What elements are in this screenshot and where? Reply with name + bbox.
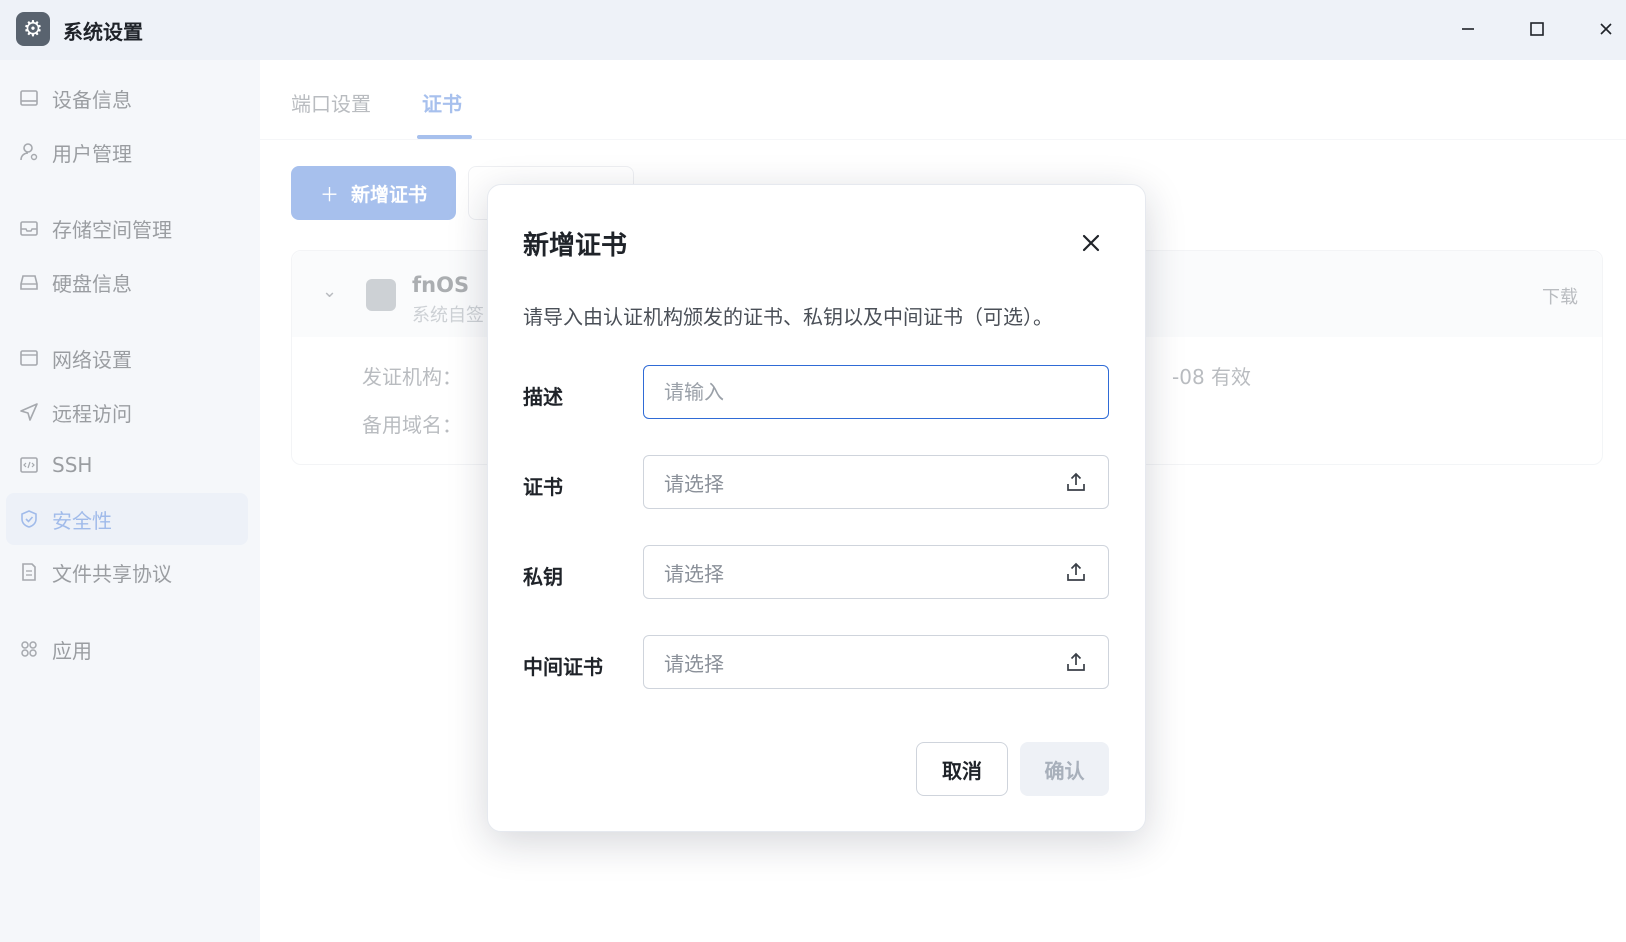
- window-close-button[interactable]: [1586, 12, 1626, 46]
- tab-certificate[interactable]: 证书: [422, 88, 462, 117]
- upload-icon: [1064, 560, 1088, 584]
- storage-icon: [16, 215, 42, 241]
- document-icon: [16, 559, 42, 585]
- sidebar-item-apps[interactable]: 应用: [6, 623, 248, 675]
- private-key-file-picker[interactable]: 请选择: [643, 545, 1109, 599]
- certificate-validity: -08 有效: [1172, 365, 1252, 389]
- user-gear-icon: [16, 139, 42, 165]
- maximize-icon: [1530, 22, 1544, 36]
- close-icon: [1082, 234, 1100, 252]
- sidebar-item-label: 网络设置: [52, 347, 132, 372]
- shield-icon: [16, 506, 42, 532]
- dialog-title: 新增证书: [523, 231, 628, 261]
- certificate-label: 证书: [523, 475, 563, 499]
- sidebar-item-network[interactable]: 网络设置: [6, 332, 248, 384]
- code-icon: [16, 452, 42, 478]
- sidebar-item-disk-info[interactable]: 硬盘信息: [6, 256, 248, 308]
- sidebar-item-remote-access[interactable]: 远程访问: [6, 386, 248, 438]
- intermediate-cert-label: 中间证书: [523, 655, 603, 679]
- sidebar-item-label: 设备信息: [52, 87, 132, 112]
- sidebar-item-label: 用户管理: [52, 141, 132, 166]
- sidebar-item-label: 文件共享协议: [52, 561, 172, 586]
- apps-icon: [16, 636, 42, 662]
- sidebar-item-ssh[interactable]: SSH: [6, 439, 248, 491]
- minimize-icon: [1462, 28, 1474, 30]
- private-key-label: 私钥: [523, 565, 563, 589]
- sidebar-item-user-management[interactable]: 用户管理: [6, 126, 248, 178]
- confirm-button[interactable]: 确认: [1020, 742, 1109, 796]
- sidebar-item-label: 远程访问: [52, 401, 132, 426]
- download-link[interactable]: 下载: [1542, 283, 1578, 309]
- active-tab-indicator: [417, 135, 472, 139]
- sidebar-item-storage[interactable]: 存储空间管理: [6, 202, 248, 254]
- sidebar-item-file-sharing[interactable]: 文件共享协议: [6, 546, 248, 598]
- chevron-down-icon[interactable]: ⌄: [322, 281, 337, 302]
- description-label: 描述: [523, 385, 563, 409]
- intermediate-cert-placeholder: 请选择: [664, 651, 724, 676]
- tab-bar: 端口设置 证书: [260, 60, 1626, 140]
- private-key-placeholder: 请选择: [664, 561, 724, 586]
- close-icon: [1600, 23, 1612, 35]
- san-label: 备用域名：: [362, 413, 462, 437]
- sidebar-item-label: 硬盘信息: [52, 271, 132, 296]
- settings-gear-icon: ⚙: [16, 12, 50, 46]
- issuer-label: 发证机构：: [362, 365, 462, 389]
- certificate-name: fnOS: [412, 273, 470, 297]
- sidebar-item-label: 应用: [52, 638, 92, 663]
- settings-window: ⚙ 系统设置 设备信息 用户管理 存储空间管理 硬盘信息 网络设置 远程访问 S…: [0, 0, 1626, 942]
- maximize-button[interactable]: [1517, 12, 1557, 46]
- add-certificate-dialog: 新增证书 请导入由认证机构颁发的证书、私钥以及中间证书（可选）。 描述 证书 请…: [487, 184, 1146, 832]
- lock-icon: [366, 279, 396, 311]
- description-input[interactable]: [643, 365, 1109, 419]
- monitor-icon: [16, 85, 42, 111]
- plus-icon: ＋: [319, 183, 339, 206]
- network-icon: [16, 345, 42, 371]
- sidebar-item-security[interactable]: 安全性: [6, 493, 248, 545]
- sidebar-item-label: SSH: [52, 453, 93, 477]
- tab-port-settings[interactable]: 端口设置: [291, 88, 371, 117]
- sidebar: 设备信息 用户管理 存储空间管理 硬盘信息 网络设置 远程访问 SSH 安全性 …: [0, 60, 260, 942]
- upload-icon: [1064, 470, 1088, 494]
- certificate-file-picker[interactable]: 请选择: [643, 455, 1109, 509]
- certificate-placeholder: 请选择: [664, 471, 724, 496]
- dialog-description: 请导入由认证机构颁发的证书、私钥以及中间证书（可选）。: [523, 305, 1053, 329]
- send-icon: [16, 399, 42, 425]
- add-certificate-label: 新增证书: [351, 183, 428, 206]
- minimize-button[interactable]: [1448, 12, 1488, 46]
- upload-icon: [1064, 650, 1088, 674]
- certificate-subtitle: 系统自签: [412, 305, 484, 326]
- title-bar: ⚙ 系统设置: [0, 0, 1626, 60]
- dialog-close-button[interactable]: [1075, 227, 1107, 259]
- disk-icon: [16, 269, 42, 295]
- intermediate-cert-file-picker[interactable]: 请选择: [643, 635, 1109, 689]
- add-certificate-button[interactable]: ＋ 新增证书: [291, 166, 456, 220]
- cancel-button[interactable]: 取消: [916, 742, 1008, 796]
- sidebar-item-label: 安全性: [52, 508, 112, 533]
- sidebar-item-label: 存储空间管理: [52, 217, 172, 242]
- sidebar-item-device-info[interactable]: 设备信息: [6, 72, 248, 124]
- window-title: 系统设置: [63, 20, 143, 44]
